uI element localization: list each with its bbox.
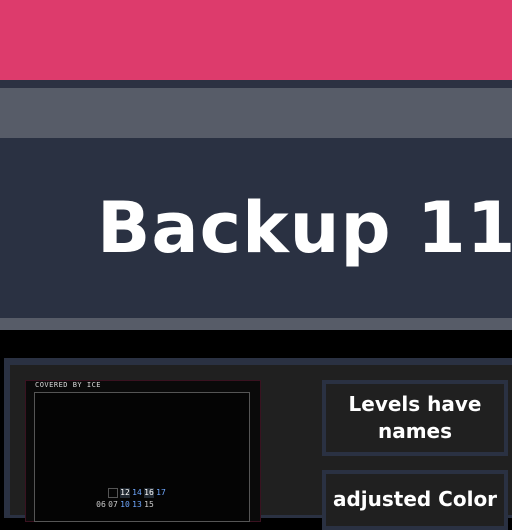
grid-cell: 07	[108, 500, 118, 509]
grid-cell: 10	[120, 500, 130, 509]
adjusted-color-button[interactable]: adjusted Color	[322, 470, 508, 530]
preview-grid-row: 06 07 10 13 15	[96, 500, 154, 510]
preview-grid-row: 12 14 16 17	[108, 488, 166, 498]
grid-cell: 16	[144, 488, 154, 498]
grid-cell: 12	[120, 488, 130, 498]
levels-have-names-label: Levels have names	[348, 392, 482, 443]
page-title: Backup 11	[97, 187, 512, 269]
grid-cell: 13	[132, 500, 142, 509]
grid-cell	[108, 488, 118, 498]
grid-cell: 15	[144, 500, 154, 509]
adjusted-color-label: adjusted Color	[332, 487, 498, 511]
black-gap	[0, 330, 512, 358]
grid-cell: 06	[96, 500, 106, 509]
preview-caption: COVERED BY ICE	[35, 381, 102, 389]
panel-bottom-border	[0, 318, 512, 330]
levels-have-names-button[interactable]: Levels have names	[322, 380, 508, 456]
divider-line	[0, 80, 512, 88]
top-banner	[0, 0, 512, 80]
gray-band	[0, 88, 512, 138]
grid-cell: 14	[132, 488, 142, 497]
grid-cell: 17	[156, 488, 166, 497]
